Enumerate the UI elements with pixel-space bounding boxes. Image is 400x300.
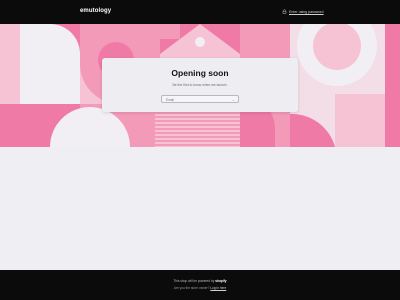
enter-password-label: Enter using password [289,9,324,14]
powered-by-text: This shop will be powered by shopify [0,279,400,283]
footer: This shop will be powered by shopify Are… [0,270,400,300]
store-logo[interactable]: emutology [80,8,111,14]
opening-soon-card: Opening soon Be the first to know when w… [102,58,298,112]
store-owner-login: Are you the store owner? Log in here [0,286,400,290]
login-prefix: Are you the store owner? [173,286,210,290]
card-subtitle: Be the first to know when we launch. [172,83,228,87]
email-input[interactable] [166,96,230,103]
login-link[interactable]: Log in here [210,286,226,290]
shopify-logo[interactable]: shopify [215,279,226,283]
powered-by-prefix: This shop will be powered by [173,279,215,283]
lock-icon [282,9,287,14]
page-title: Opening soon [171,68,229,78]
email-form: → [161,95,239,103]
arrow-right-icon[interactable]: → [231,97,235,102]
top-bar: emutology Enter using password [0,0,400,24]
enter-password-link[interactable]: Enter using password [282,9,324,14]
